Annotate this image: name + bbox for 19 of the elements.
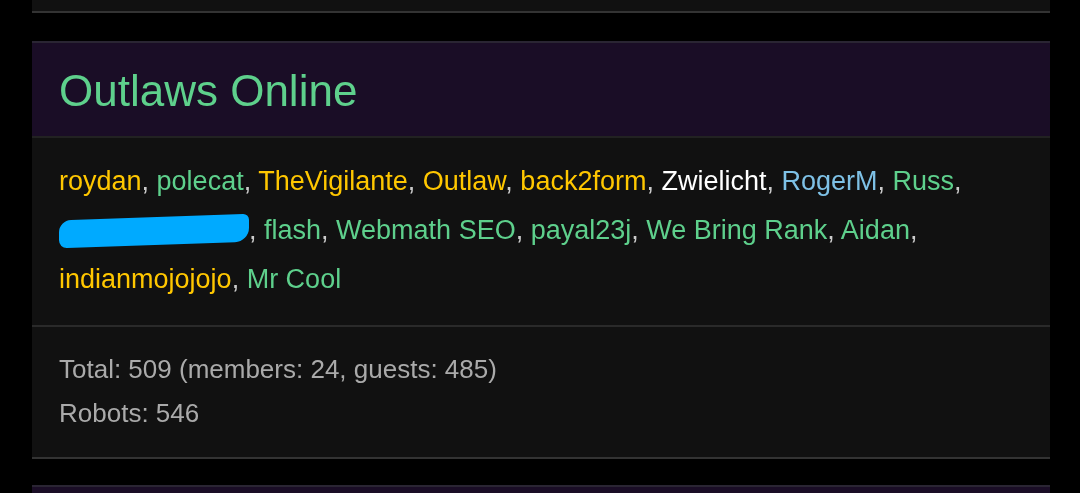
online-users-list: roydan, polecat, TheVigilante, Outlaw, back2form, Zwielicht, RogerM, Russ, , flash, Webmath SEO, payal23j, We Bring Rank, Aidan, indianmojojojo, Mr Cool xyxy=(32,137,1050,327)
username-link[interactable]: Outlaw xyxy=(422,165,506,196)
stats-text: Robots: 546 xyxy=(59,396,201,430)
panel-title: Outlaws Online xyxy=(59,65,359,117)
username-link[interactable]: Aidan xyxy=(840,214,910,245)
username-link[interactable]: We Bring Rank xyxy=(646,214,828,245)
username-link[interactable]: polecat xyxy=(156,165,244,196)
username-link[interactable]: Mr Cool xyxy=(246,263,342,294)
username-link[interactable]: back2form xyxy=(520,165,647,196)
username-link[interactable]: roydan xyxy=(59,165,142,196)
username-link[interactable]: Zwielicht xyxy=(661,165,767,196)
stats-text: Total: 509 (members: 24, guests: 485) xyxy=(59,352,498,386)
username-link[interactable]: Russ xyxy=(892,165,955,196)
username-link[interactable]: indianmojojojo xyxy=(59,263,232,294)
username-link[interactable]: payal23j xyxy=(530,214,632,245)
username-link[interactable]: flash xyxy=(264,214,322,245)
username-link[interactable]: TheVigilante xyxy=(258,165,408,196)
username-link[interactable]: Webmath SEO xyxy=(336,214,516,245)
username-link[interactable]: RogerM xyxy=(781,165,878,196)
